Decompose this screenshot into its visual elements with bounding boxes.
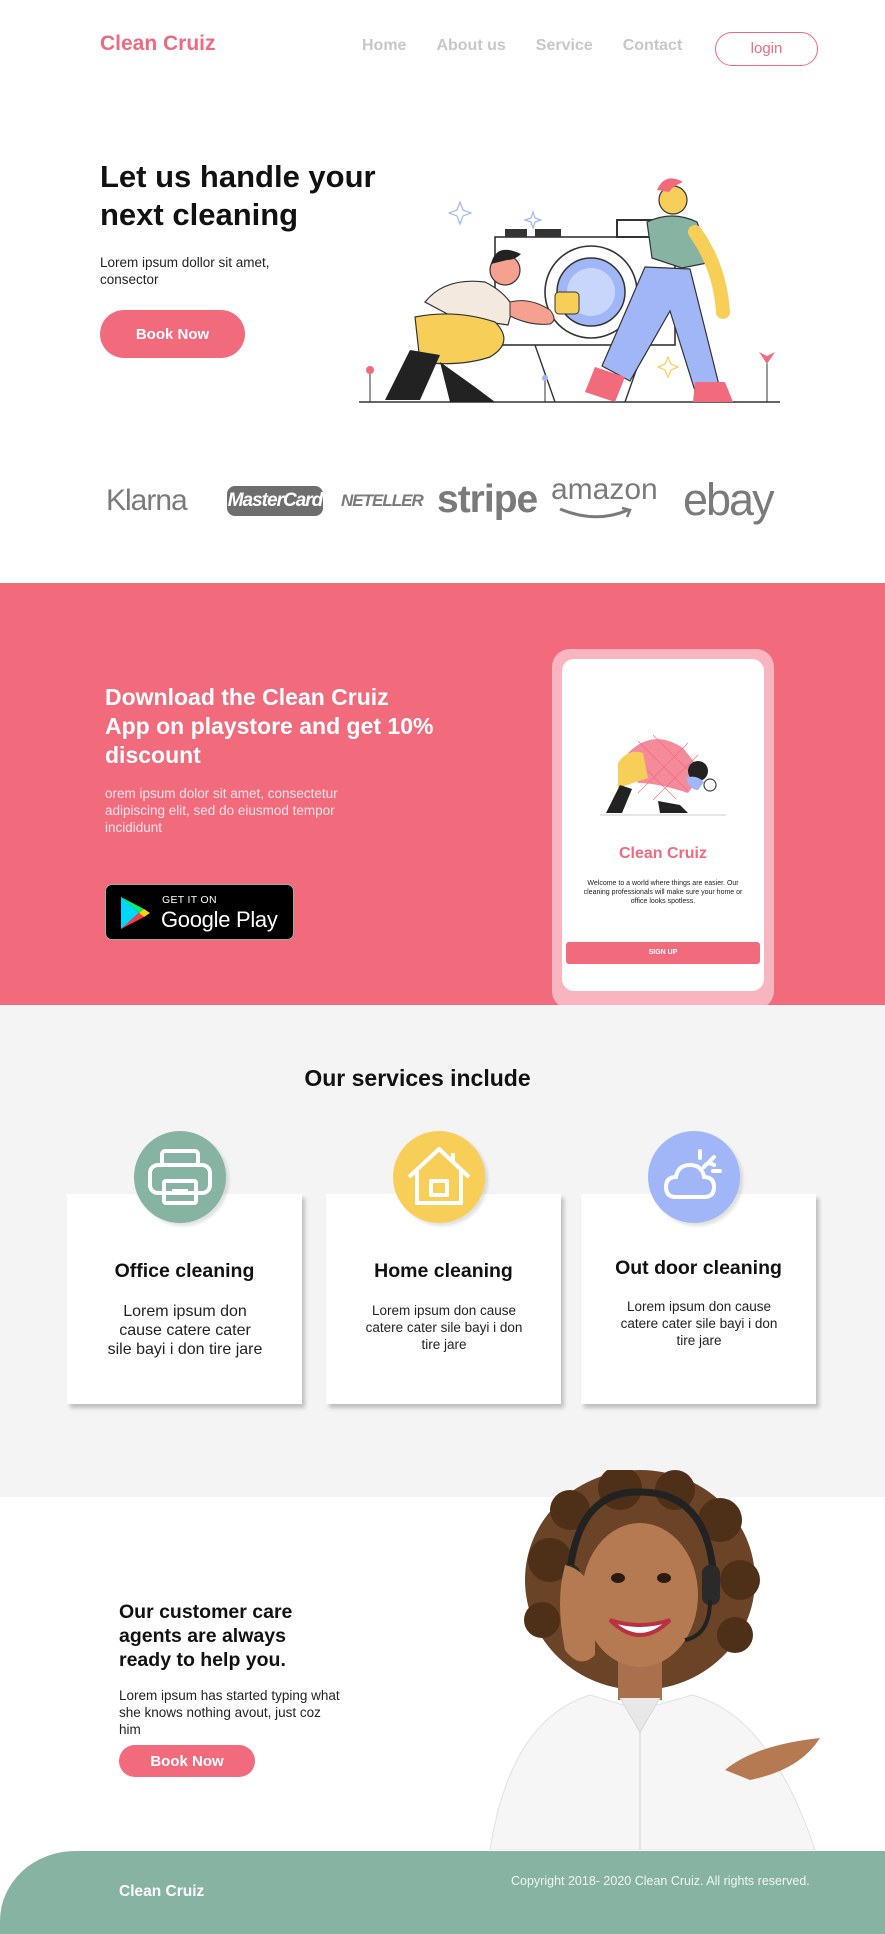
partner-logo-mastercard: MasterCard (227, 486, 323, 516)
service-card-desc: Lorem ipsum don cause catere cater sile … (620, 1299, 778, 1348)
login-button[interactable]: login (715, 32, 818, 66)
cloud-sun-icon (648, 1131, 740, 1223)
google-play-badge-small: GET IT ON (162, 894, 217, 906)
partner-logo-neteller: NETELLER (341, 491, 424, 510)
promo-subtitle: orem ipsum dolor sit amet, consectetur a… (105, 786, 338, 835)
care-book-now-button[interactable]: Book Now (119, 1745, 255, 1777)
printer-icon (134, 1131, 226, 1223)
cleaning-illustration (359, 178, 780, 403)
service-card-title: Out door cleaning (615, 1257, 782, 1279)
brand-logo[interactable]: Clean Cruiz (100, 32, 216, 56)
phone-mockup: Clean Cruiz Welcome to a world where thi… (552, 649, 774, 1005)
partner-logo-klarna: Klarna (106, 484, 188, 517)
top-nav: Clean Cruiz Home About us Service Contac… (0, 0, 885, 100)
care-subtitle: Lorem ipsum has started typing what she … (119, 1688, 340, 1737)
service-card-outdoor[interactable]: Out door cleaning Lorem ipsum don cause … (581, 1194, 816, 1404)
footer-brand[interactable]: Clean Cruiz (119, 1883, 204, 1901)
service-card-office[interactable]: Office cleaning Lorem ipsum don cause ca… (67, 1194, 302, 1404)
nav-link-about[interactable]: About us (436, 37, 505, 55)
service-card-title: Home cleaning (374, 1260, 513, 1282)
google-play-badge-big: Google Play (161, 907, 278, 932)
phone-screen: Clean Cruiz Welcome to a world where thi… (562, 659, 764, 991)
nav-link-contact[interactable]: Contact (623, 37, 683, 55)
phone-signup-button: SIGN UP (566, 942, 760, 964)
amazon-smile-icon (559, 506, 632, 519)
partner-logo-ebay: ebay (683, 474, 775, 525)
book-now-button[interactable]: Book Now (100, 310, 245, 358)
phone-welcome-text: Welcome to a world where things are easi… (583, 880, 743, 905)
partner-logo-amazon: amazon (551, 473, 658, 506)
footer-copyright: Copyright 2018- 2020 Clean Cruiz. All ri… (511, 1874, 810, 1888)
care-title: Our customer care agents are always read… (119, 1601, 293, 1671)
nav-link-home[interactable]: Home (362, 37, 406, 55)
partner-logo-stripe: stripe (437, 478, 538, 521)
google-play-badge[interactable]: GET IT ON Google Play (105, 884, 294, 940)
customer-care-agent-photo (489, 1470, 820, 1850)
promo-title: Download the Clean Cruiz App on playstor… (105, 684, 434, 768)
services-section: Our services include Office cleaning Lor… (0, 1005, 885, 1497)
nav-links: Home About us Service Contact (362, 37, 712, 55)
house-icon (393, 1131, 485, 1223)
services-title: Our services include (304, 1065, 531, 1091)
phone-brand: Clean Cruiz (618, 845, 707, 862)
nav-link-service[interactable]: Service (536, 37, 593, 55)
service-card-home[interactable]: Home cleaning Lorem ipsum don cause cate… (326, 1194, 561, 1404)
partner-logos: Klarna MasterCard NETELLER stripe amazon… (100, 470, 800, 540)
footer: Clean Cruiz Copyright 2018- 2020 Clean C… (0, 1851, 885, 1934)
service-card-desc: Lorem ipsum don cause catere cater sile … (107, 1303, 263, 1358)
hero-subtitle: Lorem ipsum dollor sit amet, consector (100, 255, 270, 287)
app-promo-section: Download the Clean Cruiz App on playstor… (0, 583, 885, 1005)
google-play-icon (121, 897, 150, 929)
service-card-title: Office cleaning (114, 1260, 255, 1282)
phone-illustration (600, 734, 726, 816)
service-card-desc: Lorem ipsum don cause catere cater sile … (365, 1303, 523, 1352)
